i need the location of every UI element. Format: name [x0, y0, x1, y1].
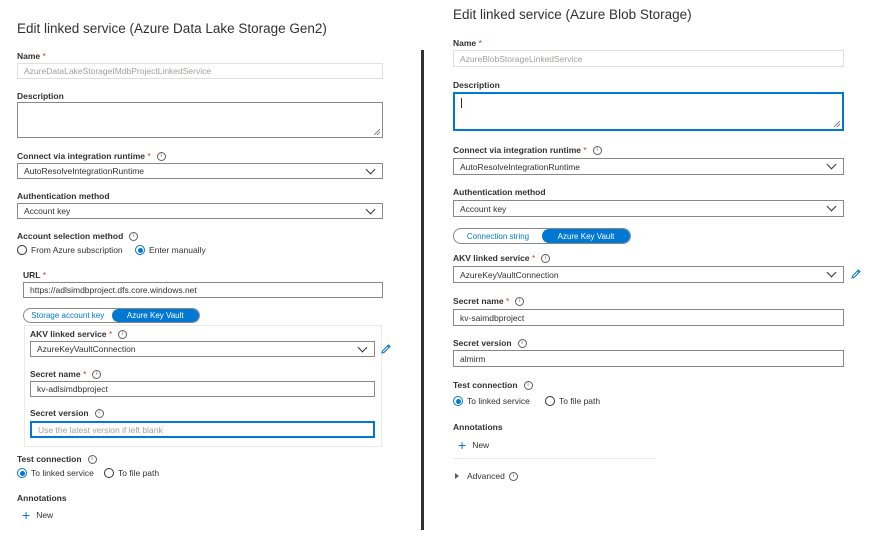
right-secret-version-input[interactable]: almirm: [453, 350, 844, 367]
left-annotations-label: Annotations: [17, 493, 67, 503]
chevron-right-icon: [455, 473, 459, 479]
right-new-annotation-button[interactable]: + New: [458, 437, 489, 453]
panel-divider: [421, 50, 424, 530]
info-icon[interactable]: i: [92, 370, 102, 380]
url-label: URL *: [23, 270, 47, 280]
right-secret-version-label: Secret version i: [453, 338, 527, 349]
chevron-down-icon: [365, 164, 376, 174]
left-radio-to-linked-service[interactable]: To linked service: [17, 468, 94, 478]
left-akv-value: AzureKeyVaultConnection: [37, 344, 136, 354]
right-akv-value: AzureKeyVaultConnection: [460, 269, 559, 280]
info-icon[interactable]: i: [156, 152, 166, 162]
right-name-label: Name *: [453, 38, 482, 48]
left-runtime-label: Connect via integration runtime * i: [17, 151, 166, 162]
plus-icon: +: [22, 507, 31, 523]
info-icon[interactable]: i: [523, 381, 533, 391]
right-runtime-label: Connect via integration runtime * i: [453, 145, 602, 156]
right-panel-title: Edit linked service (Azure Blob Storage): [453, 7, 692, 22]
account-selection-label: Account selection method i: [17, 231, 139, 242]
info-icon[interactable]: i: [94, 409, 104, 419]
right-akv-label: AKV linked service * i: [453, 253, 551, 264]
left-akv-select[interactable]: AzureKeyVaultConnection: [30, 341, 375, 357]
left-auth-value: Account key: [24, 206, 71, 216]
left-name-label: Name *: [17, 51, 46, 61]
info-icon[interactable]: i: [508, 471, 518, 481]
chevron-down-icon: [365, 204, 376, 214]
left-secret-name-input[interactable]: kv-adlsimdbproject: [30, 381, 375, 397]
right-akv-select[interactable]: AzureKeyVaultConnection: [453, 266, 844, 283]
radio-from-azure-subscription[interactable]: From Azure subscription: [17, 245, 123, 255]
left-name-input[interactable]: AzureDataLakeStorageIMdbProjectLinkedSer…: [17, 63, 383, 79]
right-radio-to-linked-service[interactable]: To linked service: [453, 396, 530, 406]
right-name-input[interactable]: AzureBlobStorageLinkedService: [453, 50, 844, 67]
info-icon[interactable]: i: [541, 254, 551, 264]
annotations-divider: [453, 458, 656, 459]
radio-circle-selected: [453, 396, 463, 406]
left-auth-label: Authentication method: [17, 191, 110, 201]
left-secret-version-input[interactable]: Use the latest version if left blank: [30, 421, 375, 438]
radio-circle: [104, 468, 114, 478]
chevron-down-icon: [826, 201, 837, 212]
info-icon[interactable]: i: [592, 146, 602, 156]
left-runtime-select[interactable]: AutoResolveIntegrationRuntime: [17, 163, 383, 179]
radio-circle-selected: [17, 468, 27, 478]
chevron-down-icon: [826, 267, 837, 278]
resize-grip-icon[interactable]: [374, 129, 380, 135]
left-auth-select[interactable]: Account key: [17, 203, 383, 219]
radio-circle: [17, 245, 27, 255]
left-secret-version-label: Secret version i: [30, 408, 104, 419]
info-icon[interactable]: i: [118, 330, 128, 340]
radio-circle: [545, 396, 555, 406]
left-radio-to-file-path[interactable]: To file path: [104, 468, 159, 478]
resize-grip-icon[interactable]: [834, 121, 840, 127]
right-auth-label: Authentication method: [453, 187, 546, 197]
left-runtime-value: AutoResolveIntegrationRuntime: [24, 166, 145, 176]
info-icon[interactable]: i: [517, 339, 527, 349]
radio-circle-selected: [135, 245, 145, 255]
edit-pencil-icon[interactable]: [380, 343, 392, 355]
chevron-down-icon: [357, 342, 368, 352]
right-auth-select[interactable]: Account key: [453, 200, 844, 217]
right-test-connection-label: Test connection i: [453, 380, 533, 391]
info-icon[interactable]: i: [515, 297, 525, 307]
text-cursor: [461, 98, 462, 108]
info-icon[interactable]: i: [129, 232, 139, 242]
right-runtime-value: AutoResolveIntegrationRuntime: [460, 161, 581, 172]
toggle-azure-key-vault[interactable]: Azure Key Vault: [111, 309, 199, 322]
toggle-connection-string[interactable]: Connection string: [454, 229, 542, 243]
left-description-label: Description: [17, 91, 64, 101]
right-description-label: Description: [453, 80, 500, 90]
right-description-input[interactable]: [453, 92, 844, 131]
right-secret-name-label: Secret name * i: [453, 296, 525, 307]
info-icon[interactable]: i: [87, 455, 97, 465]
edit-pencil-icon[interactable]: [850, 268, 862, 280]
left-panel-title: Edit linked service (Azure Data Lake Sto…: [17, 21, 327, 36]
left-description-input[interactable]: [17, 102, 383, 138]
right-annotations-label: Annotations: [453, 422, 503, 432]
url-input[interactable]: https://adlsimdbproject.dfs.core.windows…: [23, 282, 383, 298]
chevron-down-icon: [826, 159, 837, 170]
right-radio-to-file-path[interactable]: To file path: [545, 396, 600, 406]
radio-enter-manually[interactable]: Enter manually: [135, 245, 206, 255]
toggle-storage-account-key[interactable]: Storage account key: [24, 309, 112, 322]
left-credential-toggle[interactable]: Storage account key Azure Key Vault: [23, 308, 200, 323]
right-auth-value: Account key: [460, 203, 507, 214]
left-new-annotation-button[interactable]: + New: [22, 507, 53, 523]
right-credential-toggle[interactable]: Connection string Azure Key Vault: [453, 228, 631, 244]
plus-icon: +: [458, 437, 467, 453]
left-secret-name-label: Secret name * i: [30, 369, 102, 380]
right-secret-name-input[interactable]: kv-saimdbproject: [453, 309, 844, 326]
left-test-connection-label: Test connection i: [17, 454, 97, 465]
toggle-azure-key-vault[interactable]: Azure Key Vault: [542, 229, 630, 243]
advanced-expander[interactable]: Advanced i: [455, 471, 518, 481]
left-akv-label: AKV linked service * i: [30, 329, 128, 340]
right-runtime-select[interactable]: AutoResolveIntegrationRuntime: [453, 158, 844, 175]
